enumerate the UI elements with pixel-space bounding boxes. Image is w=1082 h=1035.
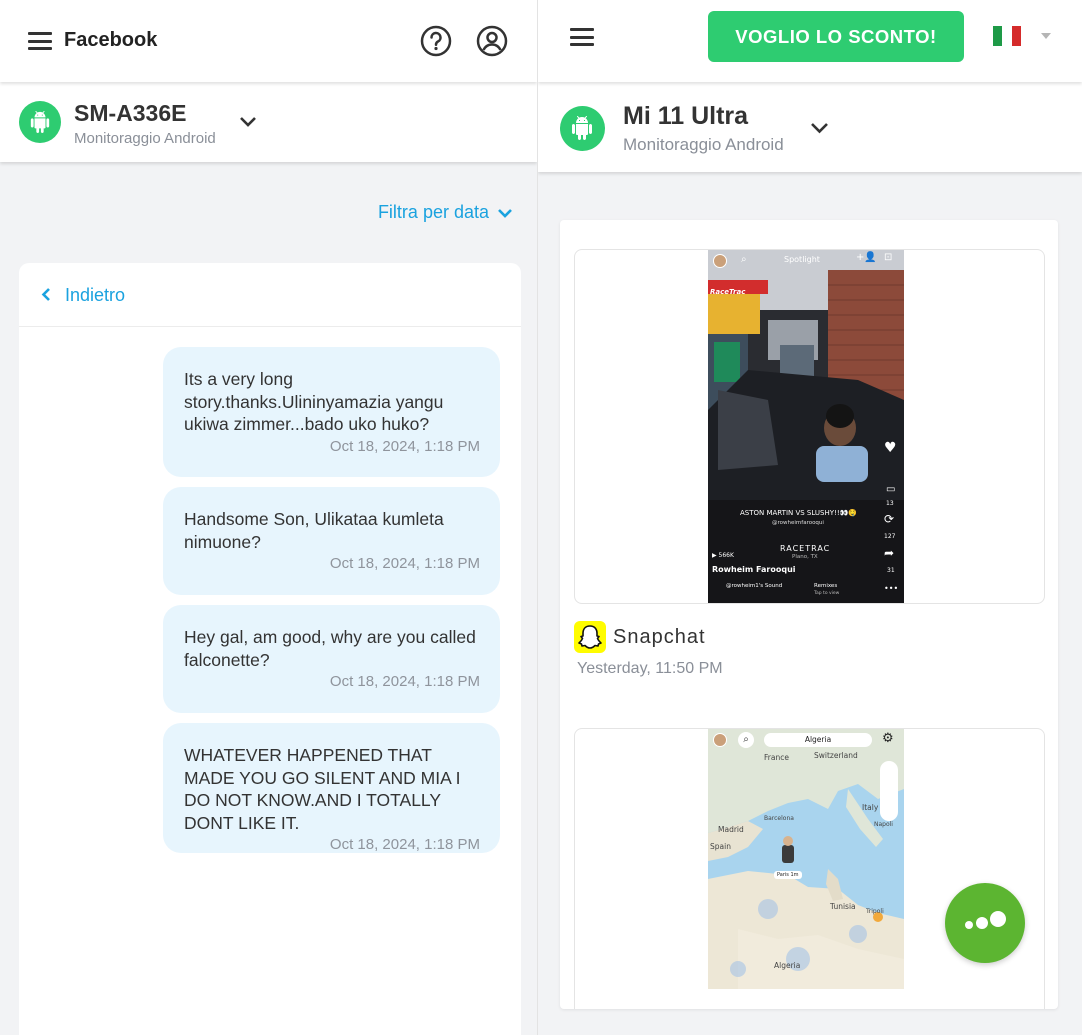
location-name: RACETRAC xyxy=(780,544,831,553)
menu-icon[interactable] xyxy=(570,28,594,46)
device-name: SM-A336E xyxy=(74,100,187,126)
share-arrow-icon[interactable]: ➦ xyxy=(884,546,894,560)
chevron-down-icon[interactable] xyxy=(810,122,829,135)
add-friend-icon[interactable]: +👤 xyxy=(856,252,877,263)
message-bubble[interactable]: Hey gal, am good, why are you called fal… xyxy=(163,605,500,713)
menu-icon[interactable] xyxy=(28,32,52,50)
help-icon[interactable] xyxy=(420,25,452,57)
screenshot-image: ⌕ Spotlight +👤 ⊡ RaceTrac ♥ ▭ 13 ⟳ 127 ➦… xyxy=(708,250,904,603)
more-actions-button[interactable] xyxy=(945,883,1025,963)
author-name: Rowheim Farooqui xyxy=(712,565,796,574)
divider xyxy=(19,326,521,327)
message-time: Oct 18, 2024, 1:18 PM xyxy=(329,673,480,690)
date-filter-label: Filtra per data xyxy=(377,202,489,222)
map-place: Tripoli xyxy=(866,908,884,915)
map-place: Barcelona xyxy=(764,815,794,822)
more-icon[interactable]: ••• xyxy=(884,584,898,593)
remixes-label[interactable]: Remixes xyxy=(814,583,837,589)
location-sub: Plano, TX xyxy=(792,554,818,560)
map-controls[interactable] xyxy=(880,761,898,821)
caption: ASTON MARTIN VS SLUSHY!!👀🤤 xyxy=(740,509,858,517)
like-icon[interactable]: ♥ xyxy=(884,440,897,456)
sound-label[interactable]: @rowheim1's Sound xyxy=(726,583,782,589)
italy-flag-icon[interactable] xyxy=(993,26,1021,46)
entry-time: Yesterday, 11:50 PM xyxy=(577,660,723,677)
message-time: Oct 18, 2024, 1:18 PM xyxy=(329,836,480,853)
avatar[interactable] xyxy=(713,733,727,747)
account-icon[interactable] xyxy=(476,25,508,57)
map-scene xyxy=(708,729,904,989)
comment-icon[interactable]: ▭ xyxy=(886,484,895,495)
message-bubble[interactable]: Handsome Son, Ulikataa kumleta nimuone? … xyxy=(163,487,500,595)
search-icon[interactable]: ⌕ xyxy=(741,254,747,265)
screenshot-thumbnail[interactable]: ⌕ Spotlight +👤 ⊡ RaceTrac ♥ ▭ 13 ⟳ 127 ➦… xyxy=(574,249,1045,604)
share-icon[interactable]: ⊡ xyxy=(884,252,892,263)
caption-handle: @rowheimfarooqui xyxy=(772,520,824,526)
back-label: Indietro xyxy=(65,285,126,305)
snapchat-ghost-icon xyxy=(574,621,606,653)
repost-count: 127 xyxy=(884,533,896,540)
repost-icon[interactable]: ⟳ xyxy=(884,512,894,526)
share-count: 31 xyxy=(887,567,895,574)
left-panel: Facebook SM-A336E Monitoraggio Android F… xyxy=(0,0,537,1035)
gear-icon[interactable]: ⚙ xyxy=(882,731,894,746)
map-place: Tunisia xyxy=(830,902,856,911)
avatar[interactable] xyxy=(713,254,727,268)
right-panel: VOGLIO LO SCONTO! Mi 11 Ultra Monitoragg… xyxy=(537,0,1082,1035)
message-bubble[interactable]: WHATEVER HAPPENED THAT MADE YOU GO SILEN… xyxy=(163,723,500,853)
top-bar: VOGLIO LO SCONTO! xyxy=(538,0,1082,82)
map-search-bar[interactable]: Algeria xyxy=(764,733,872,747)
map-place: Madrid xyxy=(718,825,744,834)
message-text: Its a very long story.thanks.Ulininyamaz… xyxy=(184,369,444,434)
friend-pin-label[interactable]: Paris 1m xyxy=(774,871,802,879)
device-subtitle: Monitoraggio Android xyxy=(623,135,784,154)
discount-button[interactable]: VOGLIO LO SCONTO! xyxy=(708,11,964,62)
app-name: Snapchat xyxy=(613,626,706,648)
message-text: WHATEVER HAPPENED THAT MADE YOU GO SILEN… xyxy=(184,745,461,833)
map-place: Switzerland xyxy=(814,751,858,760)
map-place: Spain xyxy=(710,842,731,851)
search-icon[interactable]: ⌕ xyxy=(738,732,754,748)
device-selector[interactable]: SM-A336E Monitoraggio Android xyxy=(0,82,537,162)
screenshot-thumbnail[interactable]: ⌕ Algeria ⚙ France Switzerland Italy Nap… xyxy=(574,728,1045,1009)
app-title: Facebook xyxy=(64,29,158,51)
message-time: Oct 18, 2024, 1:18 PM xyxy=(329,437,480,455)
message-time: Oct 18, 2024, 1:18 PM xyxy=(329,555,480,572)
device-selector[interactable]: Mi 11 Ultra Monitoraggio Android xyxy=(538,82,1082,172)
top-bar: Facebook xyxy=(0,0,537,82)
chevron-left-icon xyxy=(41,288,50,301)
remixes-sub: Tap to view xyxy=(814,591,840,596)
android-icon xyxy=(560,106,605,151)
chevron-down-icon xyxy=(498,208,512,218)
spotlight-label: Spotlight xyxy=(784,255,820,264)
map-place: Napoli xyxy=(874,821,893,828)
view-count: ▶ 566K xyxy=(712,552,734,559)
back-button[interactable]: Indietro xyxy=(41,285,125,306)
message-text: Hey gal, am good, why are you called fal… xyxy=(184,627,476,670)
device-subtitle: Monitoraggio Android xyxy=(74,130,216,147)
device-name: Mi 11 Ultra xyxy=(623,102,749,130)
message-text: Handsome Son, Ulikataa kumleta nimuone? xyxy=(184,509,444,552)
map-place: Italy xyxy=(862,803,879,812)
map-place: Algeria xyxy=(774,961,801,970)
chevron-down-icon[interactable] xyxy=(239,116,257,128)
conversation-card: Indietro Its a very long story.thanks.Ul… xyxy=(19,263,521,1035)
android-icon xyxy=(19,101,61,143)
store-sign: RaceTrac xyxy=(710,288,746,296)
message-bubble[interactable]: Its a very long story.thanks.Ulininyamaz… xyxy=(163,347,500,477)
comment-count: 13 xyxy=(886,500,894,507)
caret-down-icon[interactable] xyxy=(1041,33,1051,39)
map-place: France xyxy=(764,753,789,762)
screenshot-image: ⌕ Algeria ⚙ France Switzerland Italy Nap… xyxy=(708,729,904,989)
date-filter[interactable]: Filtra per data xyxy=(378,202,513,223)
